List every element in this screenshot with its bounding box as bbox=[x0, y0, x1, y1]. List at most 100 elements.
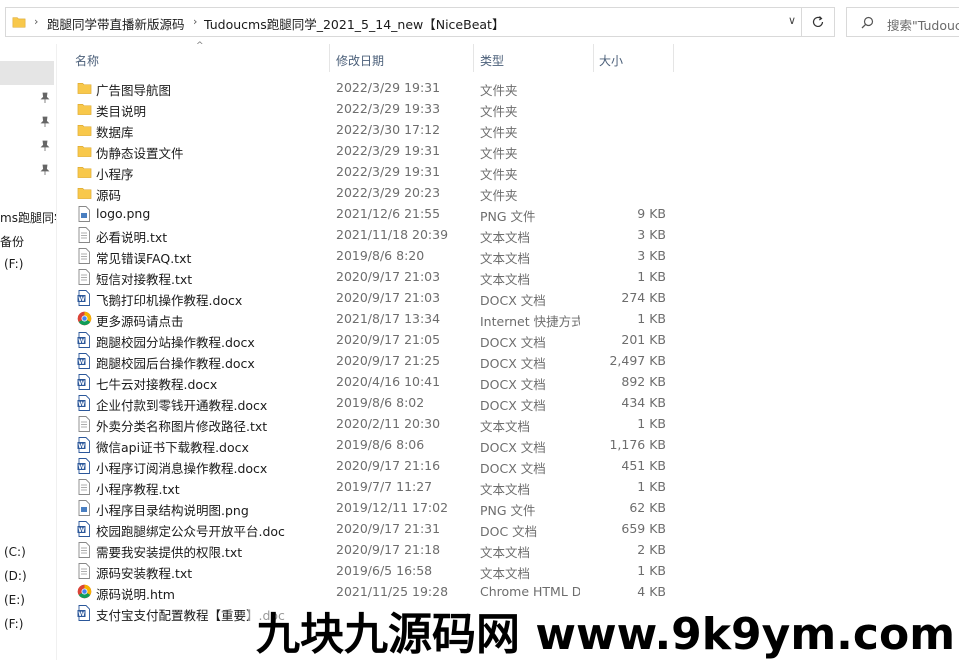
svg-text:W: W bbox=[78, 527, 85, 534]
svg-text:W: W bbox=[78, 443, 85, 450]
file-name: 小程序订阅消息操作教程.docx bbox=[96, 461, 268, 476]
text-file-icon bbox=[77, 227, 92, 243]
nav-item-drive[interactable]: (F:) bbox=[4, 257, 23, 271]
file-date: 2020/4/16 10:41 bbox=[336, 374, 441, 389]
file-name: 源码说明.htm bbox=[96, 587, 175, 602]
nav-selected-item[interactable] bbox=[0, 61, 54, 85]
watermark-text: 九块九源码网 www.9k9ym.com bbox=[256, 609, 956, 660]
column-divider[interactable] bbox=[593, 44, 594, 72]
file-row[interactable]: 源码 2022/3/29 20:23 文件夹 bbox=[57, 182, 959, 203]
file-size: 3 KB bbox=[637, 227, 666, 242]
file-row[interactable]: W 微信api证书下载教程.docx 2019/8/6 8:06 DOCX 文档 1,1… bbox=[57, 434, 959, 455]
file-name: 必看说明.txt bbox=[96, 230, 168, 245]
file-row[interactable]: 类目说明 2022/3/29 19:33 文件夹 bbox=[57, 98, 959, 119]
file-size: 1,176 KB bbox=[609, 437, 666, 452]
column-header-date[interactable]: 修改日期 bbox=[336, 52, 384, 69]
file-row[interactable]: W 小程序订阅消息操作教程.docx 2020/9/17 21:16 DOCX 文档 4… bbox=[57, 455, 959, 476]
file-date: 2019/6/5 16:58 bbox=[336, 563, 433, 578]
file-date: 2022/3/29 19:31 bbox=[336, 143, 441, 158]
file-row[interactable]: 短信对接教程.txt 2020/9/17 21:03 文本文档 1 KB bbox=[57, 266, 959, 287]
folder-icon bbox=[77, 185, 92, 201]
column-header-name[interactable]: 名称 bbox=[75, 52, 99, 69]
file-row[interactable]: W 企业付款到零钱开通教程.docx 2019/8/6 8:02 DOCX 文档 434… bbox=[57, 392, 959, 413]
breadcrumb-item[interactable]: 跑腿同学带直播新版源码 bbox=[47, 14, 185, 33]
file-row[interactable]: 更多源码请点击 2021/8/17 13:34 Internet 快捷方式 1 KB bbox=[57, 308, 959, 329]
file-row[interactable]: logo.png 2021/12/6 21:55 PNG 文件 9 KB bbox=[57, 203, 959, 224]
nav-item-drive[interactable]: (E:) bbox=[4, 593, 25, 607]
word-file-icon: W bbox=[77, 458, 92, 474]
column-header-size[interactable]: 大小 bbox=[599, 52, 623, 69]
svg-text:W: W bbox=[78, 296, 85, 303]
refresh-button[interactable] bbox=[802, 7, 835, 37]
file-type: 文件夹 bbox=[480, 146, 518, 161]
svg-text:W: W bbox=[78, 380, 85, 387]
file-type: PNG 文件 bbox=[480, 503, 536, 518]
text-file-icon bbox=[77, 269, 92, 285]
file-type: DOCX 文档 bbox=[480, 293, 546, 308]
breadcrumb-separator-icon[interactable]: › bbox=[34, 15, 38, 28]
file-size: 1 KB bbox=[637, 311, 666, 326]
file-row[interactable]: 外卖分类名称图片修改路径.txt 2020/2/11 20:30 文本文档 1 KB bbox=[57, 413, 959, 434]
file-type: 文件夹 bbox=[480, 83, 518, 98]
file-row[interactable]: 源码安装教程.txt 2019/6/5 16:58 文本文档 1 KB bbox=[57, 560, 959, 581]
file-type: 文本文档 bbox=[480, 419, 531, 434]
file-size: 4 KB bbox=[637, 584, 666, 599]
file-date: 2022/3/29 20:23 bbox=[336, 185, 441, 200]
file-date: 2020/9/17 21:05 bbox=[336, 332, 441, 347]
nav-item-drive[interactable]: (C:) bbox=[4, 545, 26, 559]
pin-icon[interactable] bbox=[40, 164, 50, 176]
word-file-icon: W bbox=[77, 290, 92, 306]
search-placeholder: 搜索"Tudouc bbox=[887, 18, 959, 33]
file-row[interactable]: 小程序教程.txt 2019/7/7 11:27 文本文档 1 KB bbox=[57, 476, 959, 497]
file-row[interactable]: 需要我安装提供的权限.txt 2020/9/17 21:18 文本文档 2 KB bbox=[57, 539, 959, 560]
text-file-icon bbox=[77, 248, 92, 264]
file-date: 2021/8/17 13:34 bbox=[336, 311, 441, 326]
search-icon bbox=[861, 16, 874, 29]
svg-text:W: W bbox=[78, 464, 85, 471]
file-row[interactable]: W 七牛云对接教程.docx 2020/4/16 10:41 DOCX 文档 892 K… bbox=[57, 371, 959, 392]
file-name: 需要我安装提供的权限.txt bbox=[96, 545, 243, 560]
file-type: Internet 快捷方式 bbox=[480, 314, 580, 329]
file-row[interactable]: 数据库 2022/3/30 17:12 文件夹 bbox=[57, 119, 959, 140]
file-row[interactable]: W 跑腿校园分站操作教程.docx 2020/9/17 21:05 DOCX 文档 20… bbox=[57, 329, 959, 350]
file-row[interactable]: W 飞鹅打印机操作教程.docx 2020/9/17 21:03 DOCX 文档 274… bbox=[57, 287, 959, 308]
file-row[interactable]: 必看说明.txt 2021/11/18 20:39 文本文档 3 KB bbox=[57, 224, 959, 245]
file-row[interactable]: W 跑腿校园后台操作教程.docx 2020/9/17 21:25 DOCX 文档 2,… bbox=[57, 350, 959, 371]
column-divider[interactable] bbox=[673, 44, 674, 72]
column-header-type[interactable]: 类型 bbox=[480, 52, 504, 69]
pin-icon[interactable] bbox=[40, 116, 50, 128]
chevron-down-icon[interactable]: ∨ bbox=[782, 14, 802, 32]
column-divider[interactable] bbox=[473, 44, 474, 72]
file-row[interactable]: W 校园跑腿绑定公众号开放平台.doc 2020/9/17 21:31 DOC 文档 6… bbox=[57, 518, 959, 539]
file-name: 跑腿校园分站操作教程.docx bbox=[96, 335, 255, 350]
pin-icon[interactable] bbox=[40, 140, 50, 152]
file-row[interactable]: 广告图导航图 2022/3/29 19:31 文件夹 bbox=[57, 77, 959, 98]
text-file-icon bbox=[77, 542, 92, 558]
file-size: 1 KB bbox=[637, 563, 666, 578]
file-row[interactable]: 小程序 2022/3/29 19:31 文件夹 bbox=[57, 161, 959, 182]
address-bar[interactable]: › 跑腿同学带直播新版源码 › Tudoucms跑腿同学_2021_5_14_n… bbox=[5, 7, 802, 37]
watermark: 九块九源码网 www.9k9ym.com bbox=[248, 598, 958, 660]
navigation-pane: ms跑腿同学 备份 (F:) (C:) (D:) (E:) (F:) bbox=[0, 44, 57, 660]
file-type: 文本文档 bbox=[480, 482, 531, 497]
nav-item-drive[interactable]: (F:) bbox=[4, 617, 23, 631]
file-row[interactable]: 伪静态设置文件 2022/3/29 19:31 文件夹 bbox=[57, 140, 959, 161]
text-file-icon bbox=[77, 479, 92, 495]
file-date: 2022/3/29 19:31 bbox=[336, 80, 441, 95]
nav-item-drive[interactable]: (D:) bbox=[4, 569, 27, 583]
file-name: 类目说明 bbox=[96, 104, 147, 119]
file-date: 2020/9/17 21:31 bbox=[336, 521, 441, 536]
file-size: 1 KB bbox=[637, 479, 666, 494]
file-row[interactable]: 常见错误FAQ.txt 2019/8/6 8:20 文本文档 3 KB bbox=[57, 245, 959, 266]
search-box[interactable]: 搜索"Tudouc bbox=[846, 7, 959, 37]
file-name: 更多源码请点击 bbox=[96, 314, 184, 329]
column-divider[interactable] bbox=[329, 44, 330, 72]
breadcrumb-separator-icon[interactable]: › bbox=[193, 15, 197, 28]
file-date: 2019/8/6 8:02 bbox=[336, 395, 425, 410]
nav-item-folder[interactable]: 备份 bbox=[0, 233, 24, 250]
file-type: 文件夹 bbox=[480, 188, 518, 203]
nav-item-folder[interactable]: ms跑腿同学 bbox=[0, 209, 56, 226]
pin-icon[interactable] bbox=[40, 92, 50, 104]
breadcrumb-item[interactable]: Tudoucms跑腿同学_2021_5_14_new【NiceBeat】 bbox=[204, 14, 504, 33]
file-row[interactable]: 小程序目录结构说明图.png 2019/12/11 17:02 PNG 文件 62 K… bbox=[57, 497, 959, 518]
